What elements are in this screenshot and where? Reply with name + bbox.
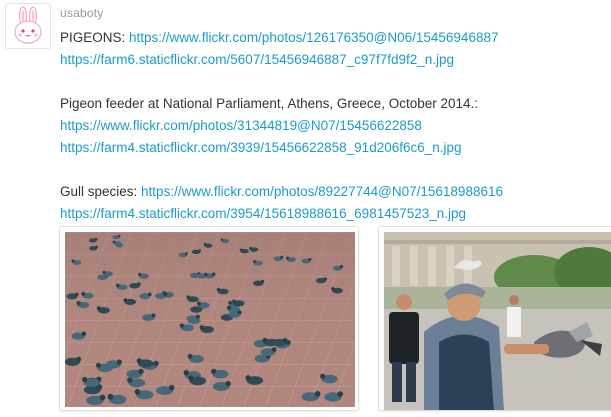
post-text: Pigeon feeder at National Parliament, At… bbox=[60, 96, 478, 111]
flickr-page-link[interactable]: https://www.flickr.com/photos/89227744@N… bbox=[141, 184, 503, 199]
post-line: https://farm4.staticflickr.com/3954/1561… bbox=[60, 203, 605, 225]
flickr-image-link[interactable]: https://farm6.staticflickr.com/5607/1545… bbox=[60, 52, 454, 67]
flickr-page-link[interactable]: https://www.flickr.com/photos/126176350@… bbox=[129, 30, 498, 45]
flickr-page-link[interactable]: https://www.flickr.com/photos/31344819@N… bbox=[60, 118, 422, 133]
post-line: https://farm6.staticflickr.com/5607/1545… bbox=[60, 49, 605, 71]
post-body: PIGEONS: https://www.flickr.com/photos/1… bbox=[60, 27, 605, 225]
post-line: https://www.flickr.com/photos/31344819@N… bbox=[60, 115, 605, 137]
post-line: PIGEONS: https://www.flickr.com/photos/1… bbox=[60, 27, 605, 49]
post-text: Gull species: bbox=[60, 184, 142, 199]
image-thumbnail[interactable] bbox=[378, 226, 611, 411]
post-line: Gull species: https://www.flickr.com/pho… bbox=[60, 181, 605, 203]
flickr-image-link[interactable]: https://farm4.staticflickr.com/3954/1561… bbox=[60, 206, 466, 221]
username[interactable]: usaboty bbox=[60, 6, 103, 20]
post-text: PIGEONS: bbox=[60, 30, 130, 45]
pigeons-plaza-photo bbox=[65, 232, 355, 407]
post-line: https://farm4.staticflickr.com/3939/1545… bbox=[60, 137, 605, 159]
post-line: Pigeon feeder at National Parliament, At… bbox=[60, 93, 605, 115]
flickr-image-link[interactable]: https://farm4.staticflickr.com/3939/1545… bbox=[60, 140, 462, 155]
avatar[interactable] bbox=[5, 3, 51, 49]
image-thumbnail[interactable] bbox=[59, 226, 359, 411]
bunny-avatar-icon bbox=[14, 6, 42, 44]
pigeon-feeder-photo bbox=[384, 232, 611, 410]
